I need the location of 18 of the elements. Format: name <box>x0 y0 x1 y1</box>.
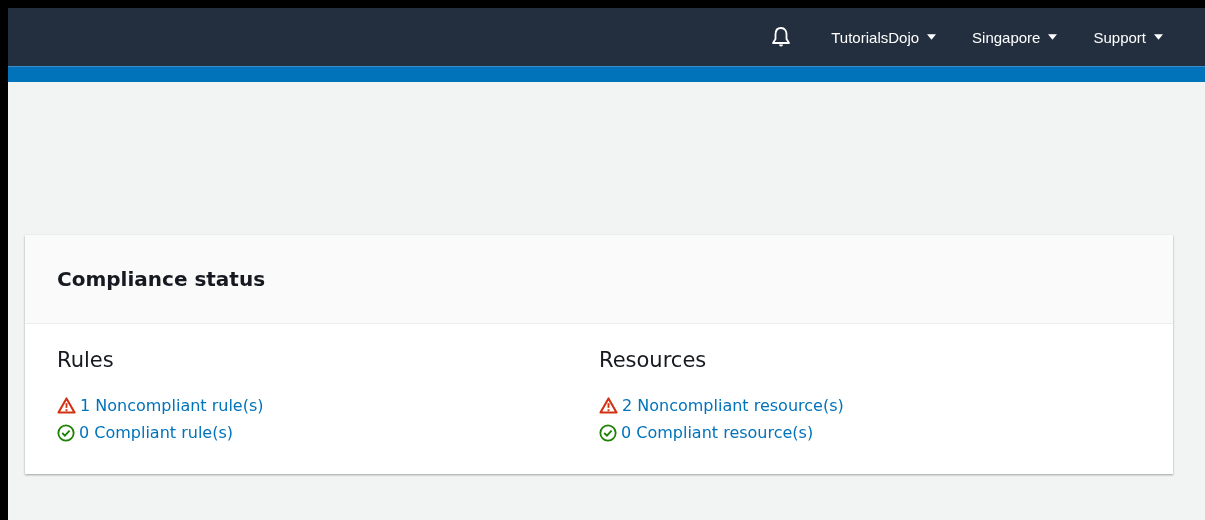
check-circle-icon <box>57 423 75 442</box>
card-title: Compliance status <box>57 267 266 291</box>
section-heading: Resources <box>599 348 708 372</box>
check-circle-icon <box>599 423 617 442</box>
warning-icon <box>57 397 76 414</box>
nav-dropdown[interactable]: TutorialsDojo <box>817 24 951 50</box>
status-link[interactable]: 2 Noncompliant resource(s) <box>622 396 844 415</box>
warning-icon <box>599 397 618 414</box>
section-heading: Rules <box>57 348 115 372</box>
nav-dropdown[interactable]: Singapore <box>958 24 1072 50</box>
caret-icon <box>927 34 937 40</box>
caret-icon <box>1154 34 1163 40</box>
nav-dropdown[interactable]: Support <box>1079 24 1177 50</box>
bell-icon[interactable] <box>771 26 792 48</box>
caret-icon <box>1048 34 1058 40</box>
status-link[interactable]: 0 Compliant resource(s) <box>621 423 814 442</box>
status-link[interactable]: 1 Noncompliant rule(s) <box>80 396 264 415</box>
status-link[interactable]: 0 Compliant rule(s) <box>79 423 233 442</box>
